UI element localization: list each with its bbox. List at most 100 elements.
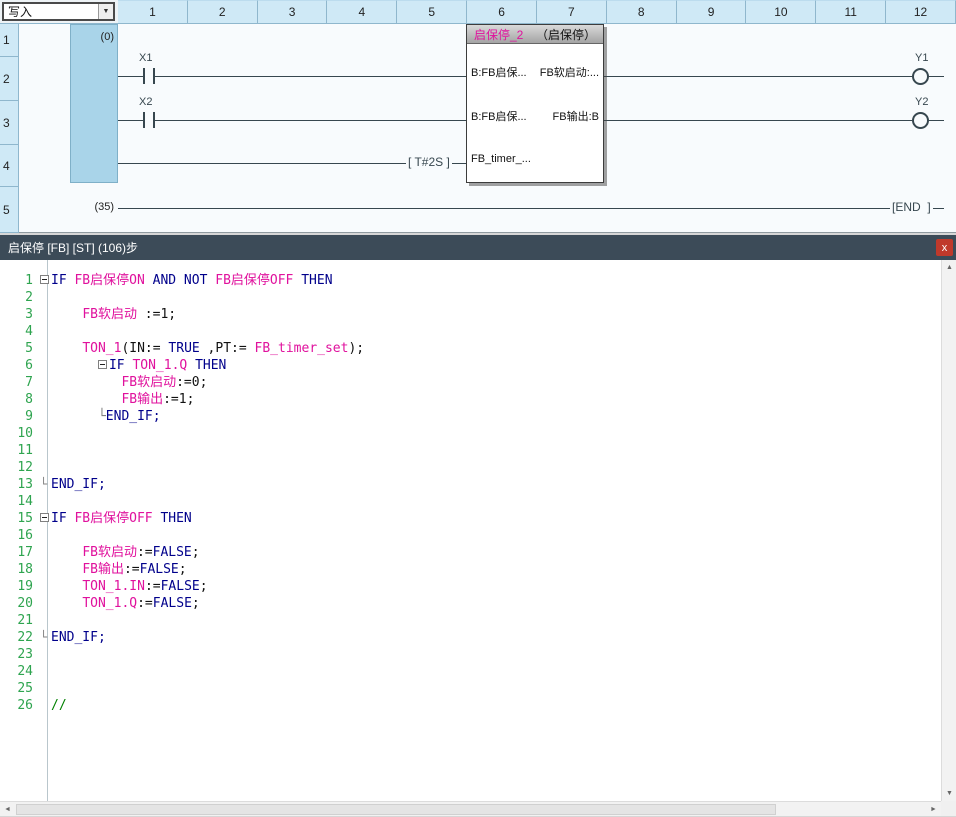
contact-x1[interactable]: [143, 68, 145, 84]
fb-instance-name: 启保停_2: [474, 26, 523, 43]
fold-collapse-icon[interactable]: [40, 513, 49, 522]
function-block[interactable]: 启保停_2 （启保停） B:FB启保... B:FB启保... FB_timer…: [466, 24, 604, 183]
code-line[interactable]: 1IF FB启保停ON AND NOT FB启保停OFF THEN: [0, 272, 941, 289]
code-line[interactable]: 7 FB软启动:=0;: [0, 374, 941, 391]
st-window-title-bar[interactable]: 启保停 [FB] [ST] (106)步: [0, 235, 956, 260]
code-line[interactable]: 26//: [0, 697, 941, 714]
code-text: FB输出:=FALSE;: [51, 561, 187, 578]
coil-y1[interactable]: [912, 68, 929, 85]
code-line[interactable]: 5 TON_1(IN:= TRUE ,PT:= FB_timer_set);: [0, 340, 941, 357]
code-line[interactable]: 2: [0, 289, 941, 306]
code-line[interactable]: 25: [0, 680, 941, 697]
line-number: 16: [0, 527, 40, 544]
code-area[interactable]: 1IF FB启保停ON AND NOT FB启保停OFF THEN23 FB软启…: [0, 272, 941, 714]
code-text: IF FB启保停ON AND NOT FB启保停OFF THEN: [51, 272, 333, 289]
line-number: 17: [0, 544, 40, 561]
line-number: 7: [0, 374, 40, 391]
scrollbar-thumb[interactable]: [16, 804, 776, 815]
chevron-down-icon[interactable]: ▼: [98, 4, 113, 19]
code-line[interactable]: 16: [0, 527, 941, 544]
code-line[interactable]: 3 FB软启动 :=1;: [0, 306, 941, 323]
scroll-right-icon[interactable]: ►: [926, 802, 941, 817]
function-block-header: 启保停_2 （启保停）: [467, 25, 603, 44]
code-text: FB软启动:=0;: [51, 374, 207, 391]
code-line[interactable]: 18 FB输出:=FALSE;: [0, 561, 941, 578]
code-line[interactable]: 20 TON_1.Q:=FALSE;: [0, 595, 941, 612]
scroll-down-icon[interactable]: ▼: [942, 786, 956, 801]
fold-margin: [40, 578, 51, 595]
code-line[interactable]: 12: [0, 459, 941, 476]
write-mode-dropdown[interactable]: 写入 ▼: [2, 2, 115, 21]
line-number: 25: [0, 680, 40, 697]
column-header: 10: [746, 0, 816, 24]
code-text: //: [51, 697, 67, 714]
contact-x1[interactable]: [153, 68, 155, 84]
line-number: 18: [0, 561, 40, 578]
code-line[interactable]: 10: [0, 425, 941, 442]
step-number: (0): [70, 31, 114, 43]
column-header: 2: [188, 0, 258, 24]
code-line[interactable]: 13└END_IF;: [0, 476, 941, 493]
code-line[interactable]: 21: [0, 612, 941, 629]
coil-y2[interactable]: [912, 112, 929, 129]
fold-margin: [40, 697, 51, 714]
close-button[interactable]: x: [936, 239, 953, 256]
code-line[interactable]: 17 FB软启动:=FALSE;: [0, 544, 941, 561]
selected-column-highlight[interactable]: [70, 24, 118, 183]
code-line[interactable]: 9 └END_IF;: [0, 408, 941, 425]
fold-toggle[interactable]: └: [40, 476, 51, 493]
code-text: TON_1(IN:= TRUE ,PT:= FB_timer_set);: [51, 340, 364, 357]
fold-toggle[interactable]: [40, 510, 51, 527]
line-number: 11: [0, 442, 40, 459]
code-line[interactable]: 11: [0, 442, 941, 459]
vertical-scrollbar[interactable]: ▲ ▼: [941, 260, 956, 801]
ladder-wire: [604, 76, 912, 77]
fb-output-pin: FB软启动:...: [540, 64, 599, 80]
contact-x2[interactable]: [143, 112, 145, 128]
fold-margin: [40, 595, 51, 612]
scroll-up-icon[interactable]: ▲: [942, 260, 956, 275]
code-line[interactable]: 6 IF TON_1.Q THEN: [0, 357, 941, 374]
code-line[interactable]: 15IF FB启保停OFF THEN: [0, 510, 941, 527]
ladder-wire: [118, 76, 466, 77]
column-header: 11: [816, 0, 886, 24]
contact-x2[interactable]: [153, 112, 155, 128]
code-line[interactable]: 23: [0, 646, 941, 663]
fold-margin: [40, 408, 51, 425]
line-number: 24: [0, 663, 40, 680]
fold-collapse-icon[interactable]: [98, 360, 107, 369]
step-number: (35): [70, 201, 114, 213]
close-icon: x: [942, 242, 948, 254]
code-line[interactable]: 14: [0, 493, 941, 510]
fold-margin: [40, 442, 51, 459]
fold-margin: [40, 323, 51, 340]
code-text: └END_IF;: [51, 408, 161, 425]
st-code-editor[interactable]: 1IF FB启保停ON AND NOT FB启保停OFF THEN23 FB软启…: [0, 260, 956, 816]
row-header: 2: [0, 57, 19, 101]
code-line[interactable]: 24: [0, 663, 941, 680]
line-number: 19: [0, 578, 40, 595]
code-line[interactable]: 8 FB输出:=1;: [0, 391, 941, 408]
fold-collapse-icon[interactable]: [40, 275, 49, 284]
fold-margin: [40, 374, 51, 391]
horizontal-scrollbar[interactable]: ◄ ►: [0, 801, 941, 816]
line-number: 20: [0, 595, 40, 612]
fold-margin: [40, 527, 51, 544]
timer-parameter[interactable]: [ T#2S ]: [406, 155, 452, 169]
scroll-left-icon[interactable]: ◄: [0, 802, 15, 817]
row-header: 1: [0, 24, 19, 57]
fold-toggle[interactable]: [40, 272, 51, 289]
line-number: 14: [0, 493, 40, 510]
fold-toggle[interactable]: └: [40, 629, 51, 646]
end-instruction[interactable]: [END ]: [890, 200, 933, 214]
ladder-editor[interactable]: 123456789101112 12345 写入 ▼ (0) (35) X1 Y…: [0, 0, 956, 233]
code-line[interactable]: 4: [0, 323, 941, 340]
code-line[interactable]: 19 TON_1.IN:=FALSE;: [0, 578, 941, 595]
row-header: 3: [0, 101, 19, 145]
line-number: 21: [0, 612, 40, 629]
code-line[interactable]: 22└END_IF;: [0, 629, 941, 646]
code-text: END_IF;: [51, 629, 106, 646]
fb-output-pin: FB输出:B: [553, 108, 599, 124]
contact-label: X2: [139, 96, 152, 108]
fb-input-pin: B:FB启保...: [471, 108, 527, 124]
